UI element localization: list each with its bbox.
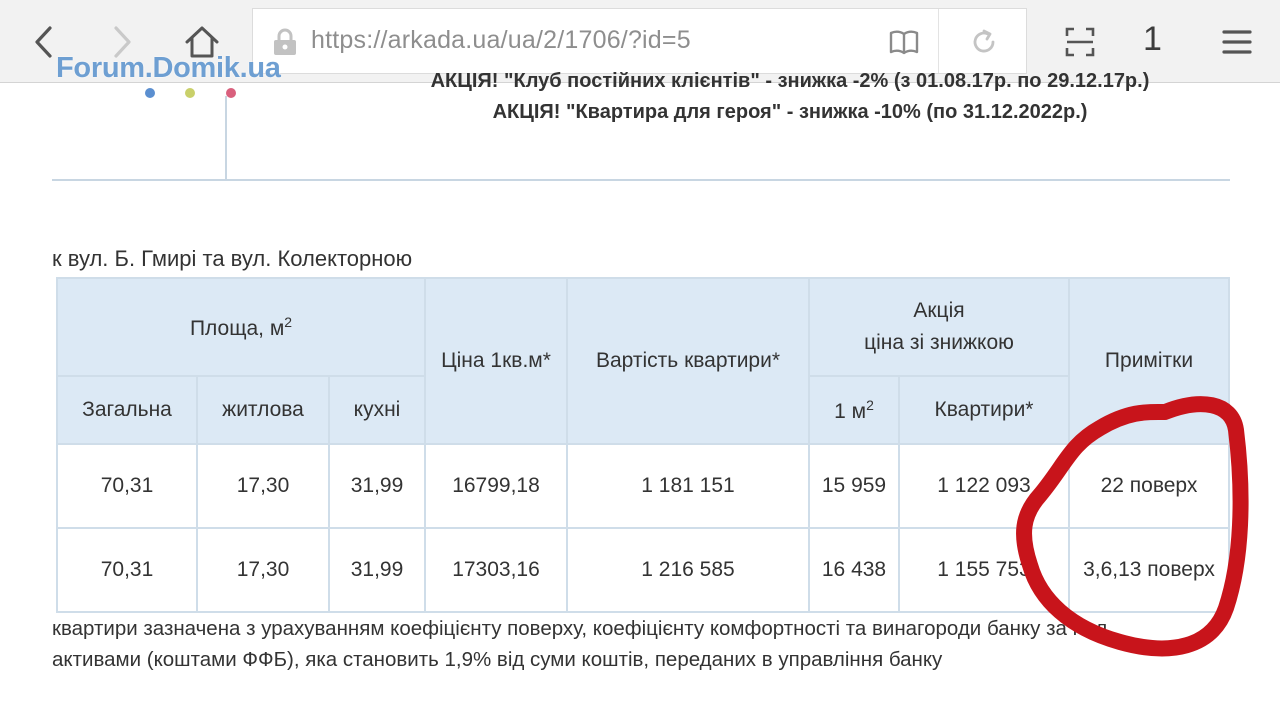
- cell-price-per-sqm: 17303,16: [424, 527, 568, 613]
- horizontal-divider: [52, 179, 1230, 181]
- address-bar[interactable]: https://arkada.ua/ua/2/1706/?id=5: [252, 8, 1027, 74]
- cell-promo-apartment: 1 155 753: [898, 527, 1070, 613]
- header-apartment-cost: Вартість квартири*: [566, 277, 810, 445]
- address-heading: к вул. Б. Гмирі та вул. Колекторною: [52, 246, 413, 271]
- cell-living-area: 17,30: [196, 443, 330, 529]
- cell-promo-per-sqm: 15 959: [808, 443, 900, 529]
- cell-price-per-sqm: 16799,18: [424, 443, 568, 529]
- dot-yellow: [185, 88, 195, 98]
- cell-apartment-cost: 1 216 585: [566, 527, 810, 613]
- header-kitchen-area: кухні: [328, 375, 426, 445]
- cell-promo-per-sqm: 16 438: [808, 527, 900, 613]
- table-row: 70,31 17,30 31,99 17303,16 1 216 585 16 …: [56, 527, 1230, 613]
- header-living-area: житлова: [196, 375, 330, 445]
- header-price-per-sqm: Ціна 1кв.м*: [424, 277, 568, 445]
- header-promo-per-sqm: 1 м2: [808, 375, 900, 445]
- dot-pink: [226, 88, 236, 98]
- vertical-divider: [225, 96, 227, 179]
- header-promo-price: Акція ціна зі знижкою: [808, 277, 1070, 377]
- header-notes: Примітки: [1068, 277, 1230, 445]
- cell-total-area: 70,31: [56, 443, 198, 529]
- cell-kitchen-area: 31,99: [328, 443, 426, 529]
- address-bar-divider: [938, 9, 939, 73]
- back-arrow-icon: [35, 26, 52, 58]
- header-total-area: Загальна: [56, 375, 198, 445]
- cell-apartment-cost: 1 181 151: [566, 443, 810, 529]
- menu-button[interactable]: [1214, 20, 1260, 64]
- header-promo-apartment: Квартири*: [898, 375, 1070, 445]
- cell-living-area: 17,30: [196, 527, 330, 613]
- cell-note: 22 поверх: [1068, 443, 1230, 529]
- header-area: Площа, м2: [56, 277, 426, 377]
- reader-mode-icon[interactable]: [889, 29, 919, 55]
- fullscreen-icon: [1065, 27, 1095, 57]
- footnote-line-1: квартири зазначена з урахуванням коефіці…: [52, 617, 1108, 640]
- reload-icon[interactable]: [969, 27, 999, 57]
- menu-icon: [1222, 30, 1252, 54]
- url-text[interactable]: https://arkada.ua/ua/2/1706/?id=5: [311, 26, 691, 55]
- dot-blue: [145, 88, 155, 98]
- cell-kitchen-area: 31,99: [328, 527, 426, 613]
- tab-count[interactable]: 1: [1143, 20, 1162, 59]
- footnote-line-2: активами (коштами ФФБ), яка становить 1,…: [52, 648, 943, 671]
- price-table: Площа, м2 Ціна 1кв.м* Вартість квартири*…: [56, 277, 1230, 613]
- table-row: 70,31 17,30 31,99 16799,18 1 181 151 15 …: [56, 443, 1230, 529]
- cell-total-area: 70,31: [56, 527, 198, 613]
- watermark: Forum.Domik.ua: [56, 52, 281, 84]
- promo-text-clients: АКЦІЯ! "Клуб постійних клієнтів" - знижк…: [430, 72, 1150, 92]
- cell-note: 3,6,13 поверх: [1068, 527, 1230, 613]
- cell-promo-apartment: 1 122 093: [898, 443, 1070, 529]
- fullscreen-button[interactable]: [1058, 20, 1102, 64]
- promo-text-hero: АКЦІЯ! "Квартира для героя" - знижка -10…: [492, 101, 1088, 123]
